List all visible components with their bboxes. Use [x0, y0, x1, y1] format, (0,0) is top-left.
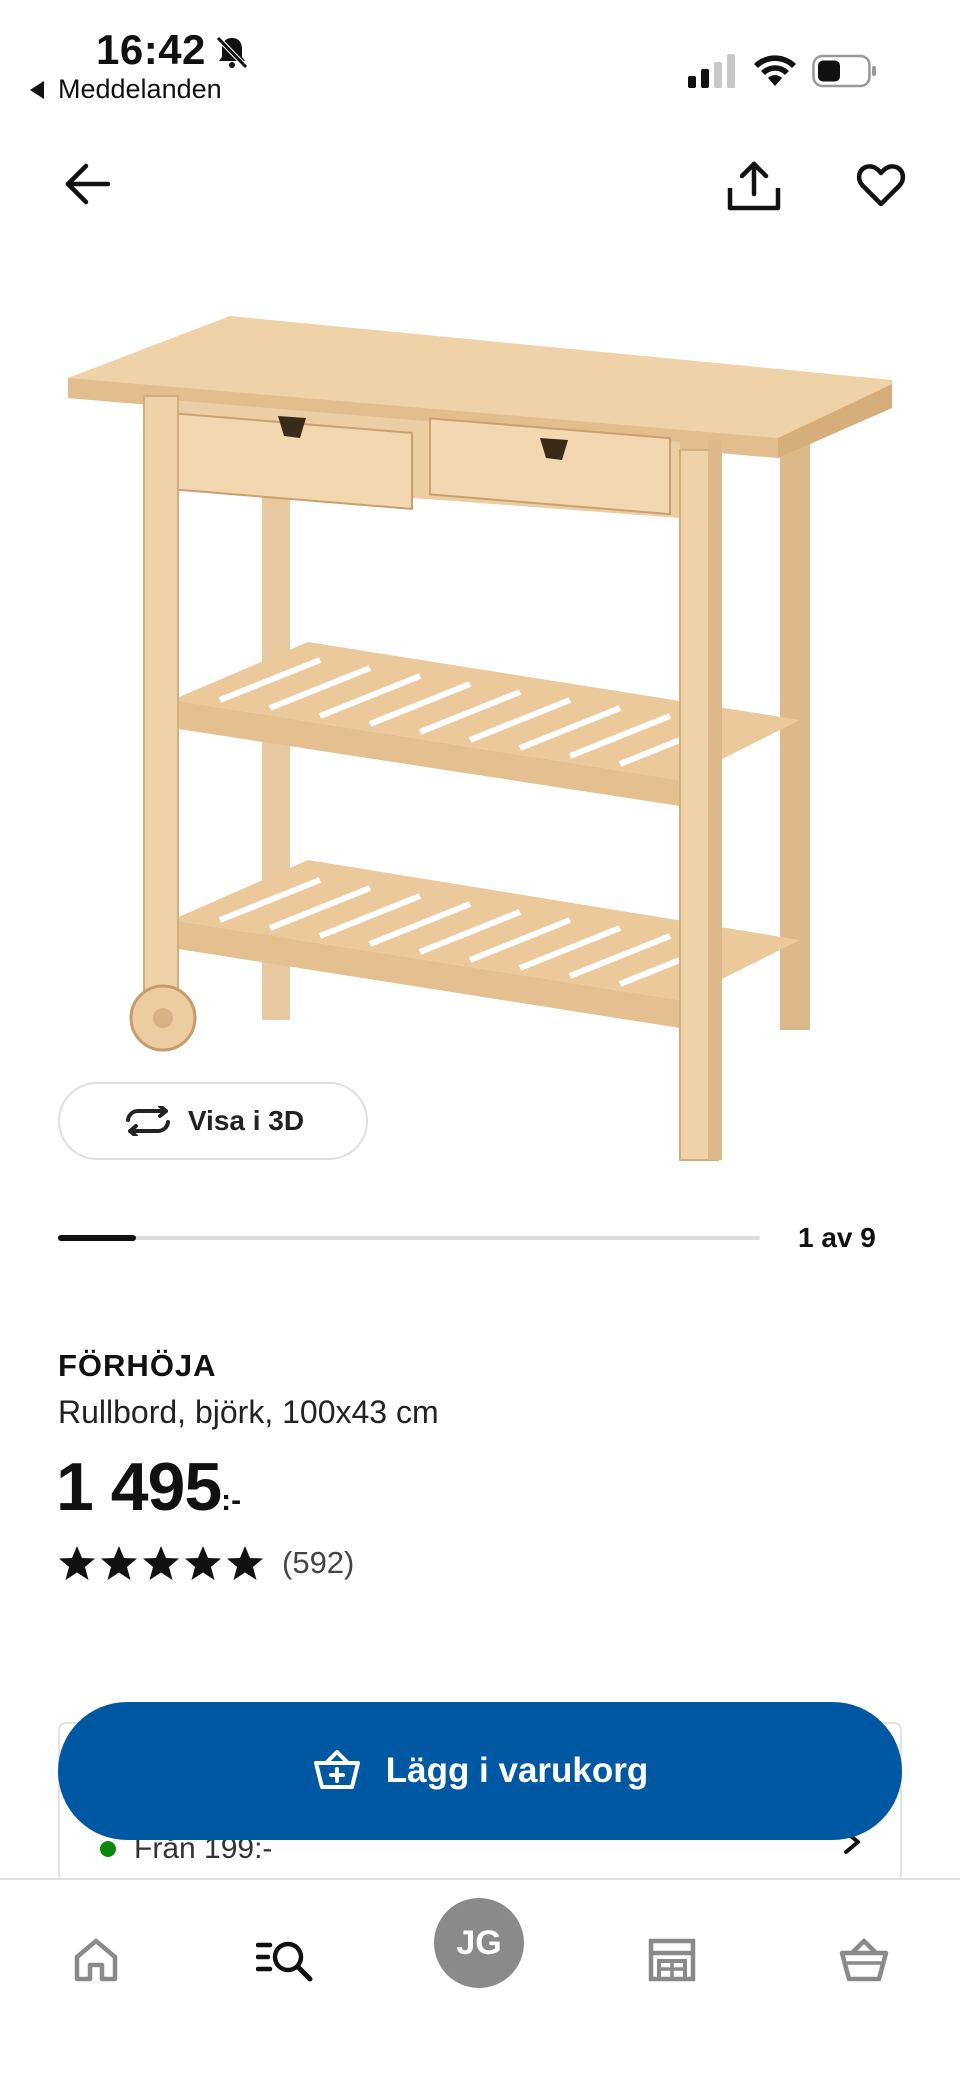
price-value: 1 495	[56, 1449, 222, 1525]
heart-icon[interactable]	[856, 160, 906, 210]
star-icon	[101, 1546, 137, 1580]
back-triangle-icon	[30, 80, 44, 99]
star-icon	[227, 1546, 263, 1580]
rating-stars	[58, 1544, 264, 1582]
gallery-progress-fill	[58, 1235, 136, 1241]
rotate-3d-icon	[125, 1106, 170, 1136]
back-app-label: Meddelanden	[58, 74, 222, 104]
tab-home[interactable]	[56, 1900, 136, 2020]
product-rating[interactable]: (592)	[58, 1544, 354, 1582]
status-bar: 16:42 Meddelanden	[0, 0, 960, 110]
star-icon	[59, 1546, 95, 1580]
home-icon	[74, 1938, 118, 1982]
status-time: 16:42	[96, 26, 206, 73]
wifi-icon	[754, 55, 796, 86]
review-count: (592)	[282, 1545, 355, 1580]
gallery-progress	[58, 1235, 760, 1241]
tab-search[interactable]	[246, 1900, 326, 2020]
bell-muted-icon	[216, 36, 248, 69]
basket-add-icon	[313, 1750, 360, 1789]
tab-stores[interactable]	[632, 1900, 712, 2020]
tab-cart[interactable]	[824, 1900, 904, 2020]
battery-icon	[812, 54, 876, 88]
add-to-cart-label: Lägg i varukorg	[385, 1751, 649, 1790]
back-to-app[interactable]: Meddelanden	[30, 74, 222, 105]
product-description: Rullbord, björk, 100x43 cm	[58, 1394, 439, 1430]
search-icon	[256, 1941, 313, 1982]
store-icon	[648, 1938, 696, 1982]
add-to-cart-button[interactable]: Lägg i varukorg	[58, 1702, 902, 1840]
price-suffix: :-	[221, 1484, 242, 1517]
bottom-nav: JG	[0, 1878, 960, 2081]
back-arrow-icon[interactable]	[62, 158, 114, 210]
tab-profile[interactable]: JG	[434, 1898, 524, 1988]
product-price: 1 495:-	[56, 1448, 241, 1526]
availability-dot	[100, 1841, 116, 1857]
view-3d-button[interactable]: Visa i 3D	[58, 1082, 368, 1160]
star-icon	[143, 1546, 179, 1580]
view-3d-label: Visa i 3D	[187, 1105, 305, 1136]
cellular-signal-icon	[688, 54, 735, 88]
product-name: FÖRHÖJA	[58, 1348, 217, 1383]
cart-icon	[839, 1938, 889, 1982]
star-icon	[185, 1546, 221, 1580]
share-icon[interactable]	[726, 158, 782, 214]
product-image[interactable]	[60, 300, 900, 1180]
gallery-page-indicator: 1 av 9	[798, 1222, 876, 1253]
avatar: JG	[456, 1923, 502, 1962]
